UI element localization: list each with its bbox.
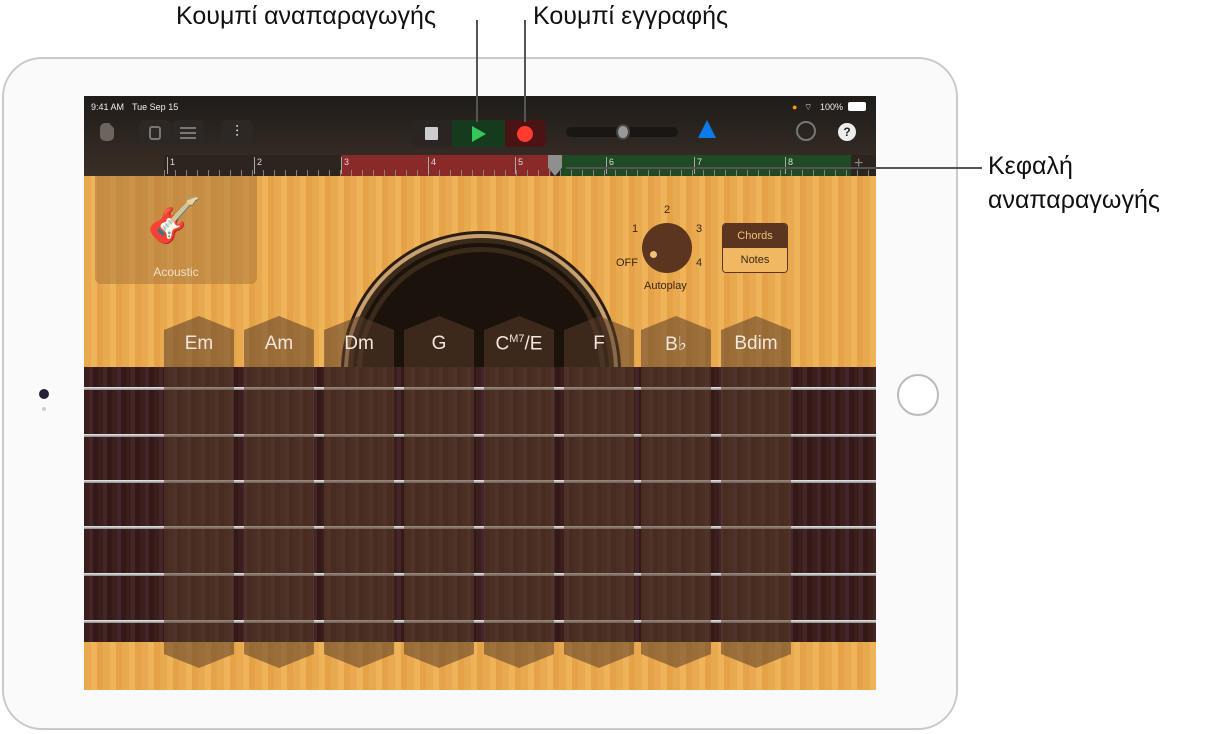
sensor [42,407,46,411]
record-button-callout: Κουμπί εγγραφής [533,2,729,30]
bar-2: 2 [254,157,262,174]
status-date: Tue Sep 15 [132,102,179,112]
guitar-body: 🎸 Acoustic OFF 1 2 3 4 Autoplay Chords N… [84,176,876,690]
wifi-icon: ⌔ [804,102,813,112]
autoplay-label: Autoplay [644,280,687,292]
volume-knob[interactable] [616,124,630,140]
chord-label: CM7/E [484,333,554,355]
mixer-button[interactable]: ⫶ [221,120,253,146]
chord-label: Dm [344,333,374,354]
bar-4: 4 [428,157,436,174]
chord-strip-g[interactable]: G [404,316,474,668]
orange-dot-icon: ● [792,102,798,112]
chord-strip-bb[interactable]: B♭ [641,316,711,668]
chord-label: G [431,333,447,354]
chord-bass: /E [524,333,543,355]
autoplay-1[interactable]: 1 [632,223,638,235]
volume-slider[interactable] [566,124,678,140]
garageband-screen: 9:41 AM Tue Sep 15 ● ⌔ 100% ⫶ ? 1 2 3 4 … [84,96,876,690]
metronome-icon[interactable] [698,120,716,138]
instrument-name: Acoustic [153,265,199,279]
timeline-ruler[interactable]: 1 2 3 4 5 6 7 8 + [164,155,876,176]
status-time: 9:41 AM [91,102,125,112]
list-view-icon [180,127,196,139]
list-view-button[interactable] [172,120,204,146]
chord-strip-cmaj7-e[interactable]: CM7/E [484,316,554,668]
help-icon[interactable]: ? [838,123,856,141]
play-button-callout: Κουμπί αναπαραγωγής [176,2,436,30]
autoplay-2[interactable]: 2 [664,204,670,216]
autoplay-knob[interactable] [642,223,692,273]
tracks-view-icon [149,126,161,140]
bar-6: 6 [606,157,614,174]
add-section-button[interactable]: + [854,155,863,173]
chord-strip-bdim[interactable]: Bdim [721,316,791,668]
playhead-callout-1: Κεφαλή [988,152,1073,180]
record-callout-line [524,20,526,122]
bar-7: 7 [694,157,702,174]
chord-label: Bdim [734,333,778,354]
play-button[interactable] [452,120,505,147]
home-button[interactable] [897,374,939,416]
notes-option[interactable]: Notes [723,248,787,272]
playhead-callout-2: αναπαραγωγής [988,186,1160,214]
chords-notes-toggle[interactable]: Chords Notes [722,223,788,273]
autoplay-4[interactable]: 4 [696,257,702,269]
chord-strip-am[interactable]: Am [244,316,314,668]
acoustic-guitar-icon: 🎸 [147,196,202,245]
chord-strip-f[interactable]: F [564,316,634,668]
knob-indicator [650,251,657,258]
play-icon [472,126,486,142]
chords-option[interactable]: Chords [723,224,787,248]
bar-8: 8 [785,157,793,174]
bar-1: 1 [167,157,175,174]
battery-icon [848,102,866,111]
playhead-callout-line [566,167,982,169]
play-callout-line [476,20,478,122]
instrument-selector[interactable]: 🎸 Acoustic [95,176,257,284]
chord-label: Am [264,333,294,354]
chord-strip-dm[interactable]: Dm [324,316,394,668]
stop-button[interactable] [412,120,452,147]
mixer-icon: ⫶ [234,124,239,141]
autoplay-3[interactable]: 3 [696,223,702,235]
control-bar: 9:41 AM Tue Sep 15 ● ⌔ 100% ⫶ ? 1 2 3 4 … [84,96,876,176]
chord-strip-em[interactable]: Em [164,316,234,668]
chord-quality: M7 [509,333,525,345]
camera [39,389,49,399]
chord-label: Em [184,333,214,354]
record-button[interactable] [505,120,546,147]
autoplay-off[interactable]: OFF [616,257,638,269]
document-icon[interactable] [100,123,114,141]
stop-icon [425,127,438,140]
chord-label: F [593,333,605,354]
settings-icon[interactable] [796,121,816,141]
tracks-view-button[interactable] [139,120,171,146]
chord-root: C [495,333,510,355]
bar-5: 5 [515,157,523,174]
battery-text: 100% [820,102,844,112]
chord-label: B♭ [665,334,687,355]
record-icon [517,126,533,142]
bar-3: 3 [341,157,349,174]
